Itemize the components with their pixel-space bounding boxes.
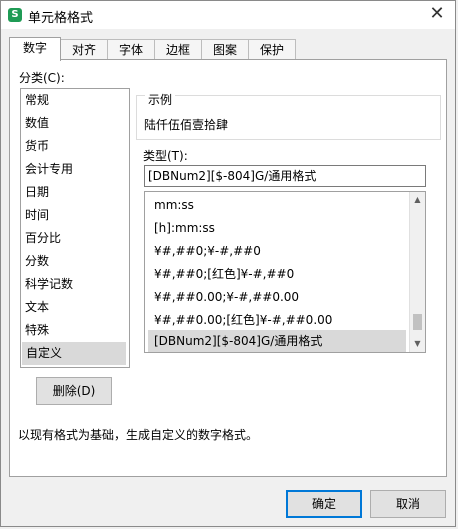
category-item-general[interactable]: 常规	[21, 89, 129, 112]
cancel-button[interactable]: 取消	[370, 490, 446, 518]
tab-border[interactable]: 边框	[154, 39, 202, 60]
wps-app-icon: S	[8, 8, 22, 22]
tab-alignment[interactable]: 对齐	[60, 39, 108, 60]
category-label: 分类(C):	[19, 71, 65, 85]
category-item-percentage[interactable]: 百分比	[21, 227, 129, 250]
category-item-number[interactable]: 数值	[21, 112, 129, 135]
scroll-thumb[interactable]	[413, 314, 422, 331]
tab-pattern[interactable]: 图案	[201, 39, 249, 60]
format-item[interactable]: ¥#,##0.00;[红色]¥-#,##0.00	[148, 309, 406, 331]
category-item-scientific[interactable]: 科学记数	[21, 273, 129, 296]
category-item-fraction[interactable]: 分数	[21, 250, 129, 273]
delete-button[interactable]: 删除(D)	[36, 377, 112, 405]
format-item[interactable]: ¥#,##0;[红色]¥-#,##0	[148, 263, 406, 285]
category-item-special[interactable]: 特殊	[21, 319, 129, 342]
sample-legend: 示例	[145, 91, 176, 108]
category-item-currency[interactable]: 货币	[21, 135, 129, 158]
format-item[interactable]: mm:ss	[148, 194, 406, 216]
category-item-custom[interactable]: 自定义	[22, 342, 126, 365]
number-tab-panel: 分类(C): 常规 数值 货币 会计专用 日期 时间 百分比 分数 科学记数 文…	[9, 59, 447, 477]
window-title: 单元格格式	[28, 11, 94, 26]
type-label: 类型(T):	[143, 149, 188, 163]
type-input[interactable]: [DBNum2][$-804]G/通用格式	[144, 165, 426, 187]
scroll-up-arrow-icon[interactable]: ▲	[410, 192, 425, 208]
category-item-time[interactable]: 时间	[21, 204, 129, 227]
category-item-text[interactable]: 文本	[21, 296, 129, 319]
close-icon[interactable]: ✕	[427, 4, 447, 24]
format-description: 以现有格式为基础，生成自定义的数字格式。	[18, 428, 259, 442]
ok-button[interactable]: 确定	[286, 490, 362, 518]
sample-value: 陆仟伍佰壹拾肆	[144, 118, 229, 132]
tab-number[interactable]: 数字	[9, 37, 61, 61]
format-item[interactable]: [h]:mm:ss	[148, 217, 406, 239]
title-bar: S 单元格格式 ✕	[1, 1, 455, 29]
tab-font[interactable]: 字体	[107, 39, 155, 60]
tab-protection[interactable]: 保护	[248, 39, 296, 60]
format-cells-dialog: S 单元格格式 ✕ 数字 对齐 字体 边框 图案 保护 分类(C): 常规 数值…	[0, 0, 456, 527]
format-code-list[interactable]: mm:ss [h]:mm:ss ¥#,##0;¥-#,##0 ¥#,##0;[红…	[144, 191, 426, 353]
format-item[interactable]: ¥#,##0.00;¥-#,##0.00	[148, 286, 406, 308]
category-item-accounting[interactable]: 会计专用	[21, 158, 129, 181]
category-item-date[interactable]: 日期	[21, 181, 129, 204]
format-item-selected[interactable]: [DBNum2][$-804]G/通用格式	[148, 330, 406, 352]
format-item[interactable]: ¥#,##0;¥-#,##0	[148, 240, 406, 262]
format-list-scrollbar[interactable]: ▲ ▼	[409, 192, 425, 352]
category-list[interactable]: 常规 数值 货币 会计专用 日期 时间 百分比 分数 科学记数 文本 特殊 自定…	[20, 88, 130, 368]
scroll-down-arrow-icon[interactable]: ▼	[410, 336, 425, 352]
